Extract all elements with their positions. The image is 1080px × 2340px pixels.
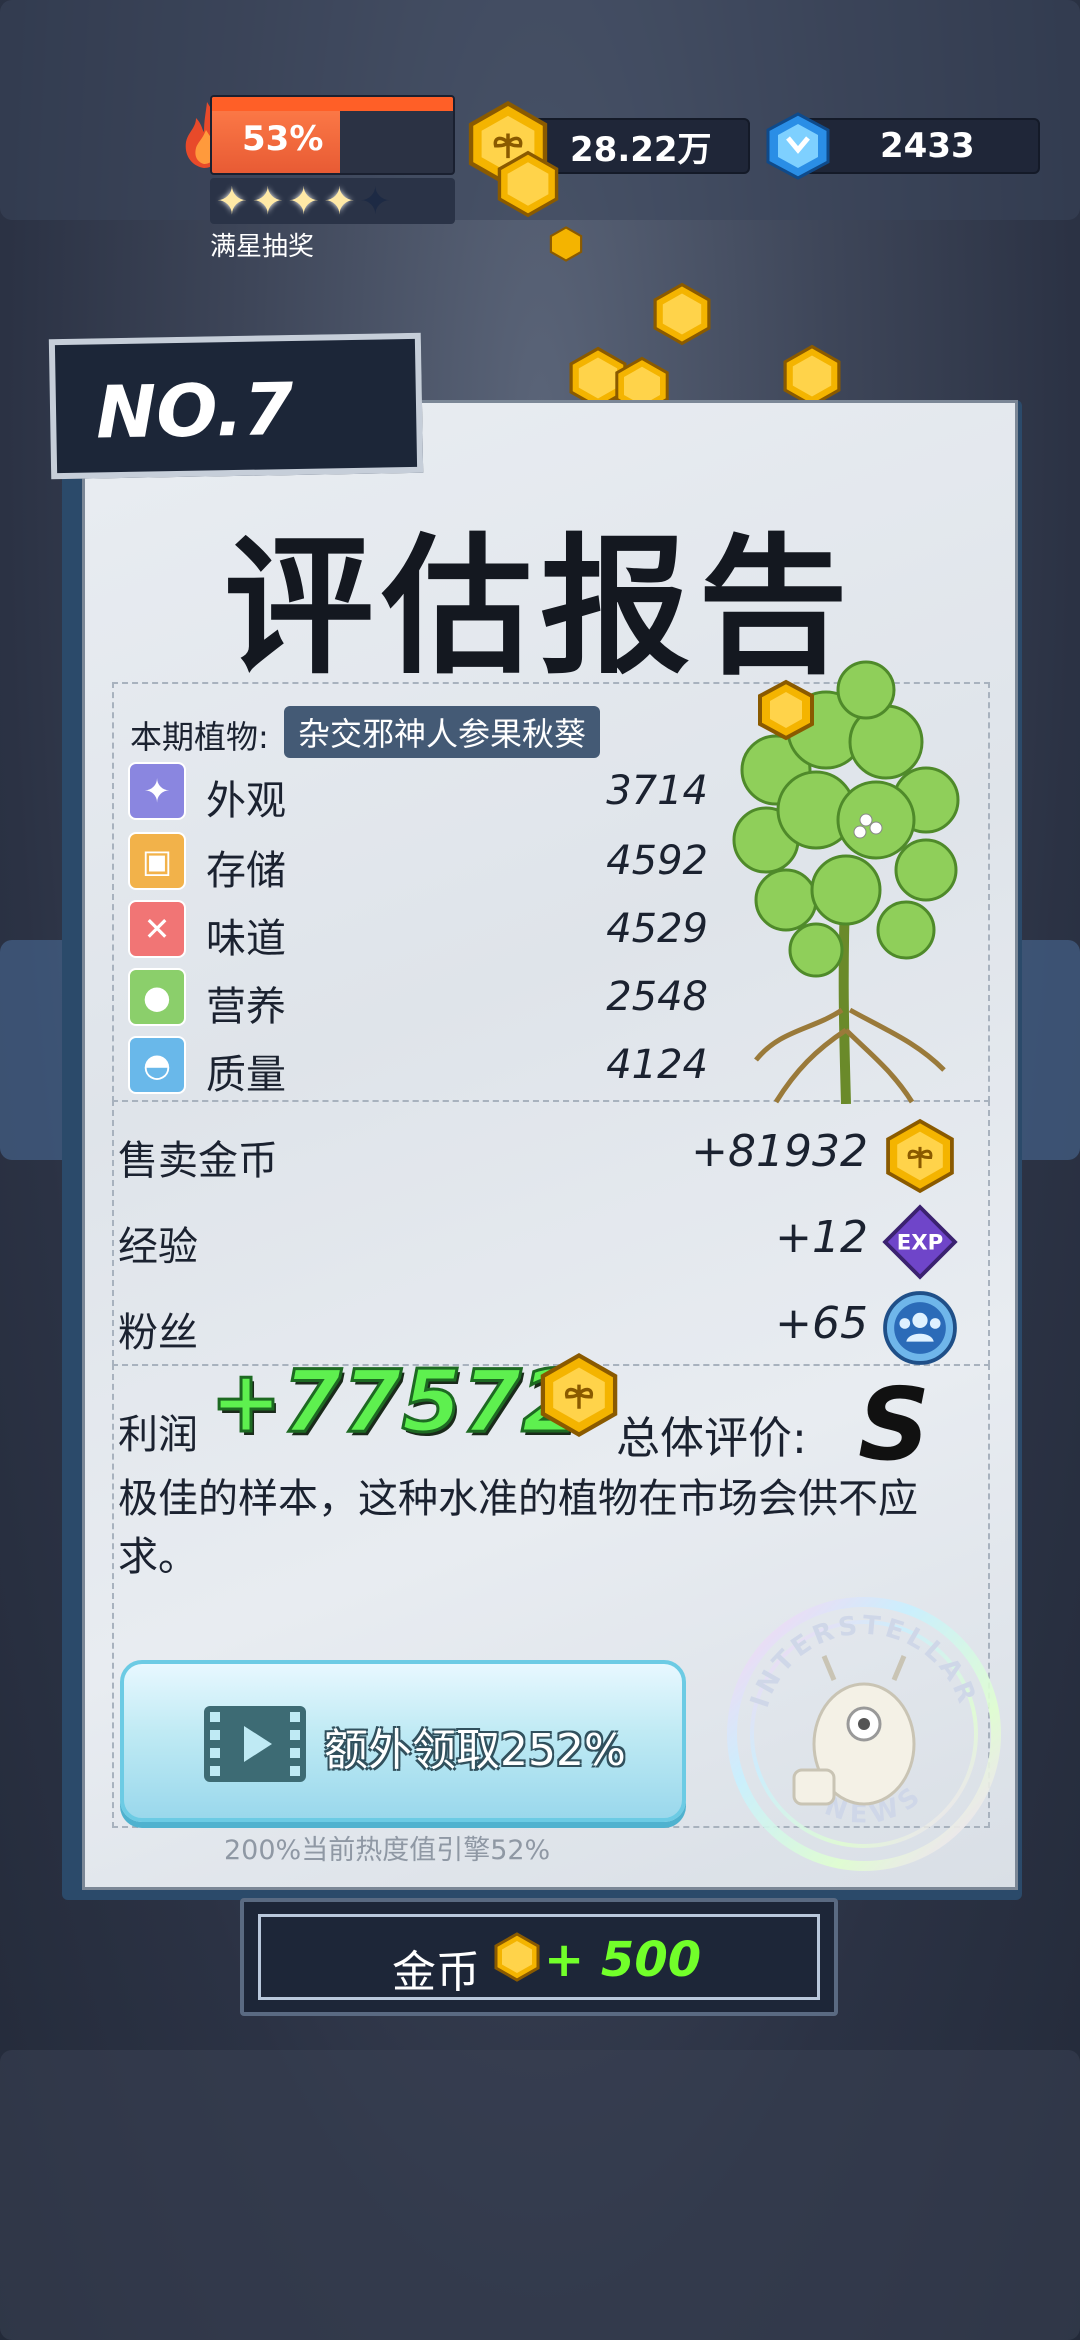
gem-count: 2433 xyxy=(880,126,975,166)
plant-name: 杂交邪神人参果秋葵 xyxy=(284,706,601,758)
reward-row: 售卖金币 +81932 xyxy=(118,1118,958,1194)
watch-ad-bonus-button[interactable]: 额外领取252% xyxy=(120,1660,686,1822)
star-icon: ✦ xyxy=(251,179,284,223)
film-icon xyxy=(204,1706,306,1782)
interstellar-news-stamp: INTERSTELLAR NEWS xyxy=(727,1597,1001,1871)
coin-count: 28.22万 xyxy=(570,129,712,170)
attribute-label: 质量 xyxy=(206,1052,286,1098)
reward-value: +81932 xyxy=(691,1126,868,1177)
report-number: NO.7 xyxy=(95,367,295,455)
profit-value: +77572 xyxy=(208,1351,582,1454)
plant-illustration xyxy=(732,660,960,1104)
reward-row: 经验 +12 EXP xyxy=(118,1204,958,1280)
flying-coin-icon xyxy=(549,226,583,262)
apple-icon: ● xyxy=(128,968,186,1026)
grade-label: 总体评价: xyxy=(616,1413,807,1464)
star-icon: ✦ xyxy=(216,179,248,223)
report-number-tab: NO.7 xyxy=(48,332,424,480)
attribute-label: 味道 xyxy=(206,916,286,962)
plant-label: 本期植物: xyxy=(130,718,269,756)
attribute-row: ✦ 外观 3714 xyxy=(128,762,708,824)
reward-row: 粉丝 +65 xyxy=(118,1290,958,1365)
grade-value: S xyxy=(858,1366,931,1483)
star-icon: ✦ xyxy=(359,179,392,223)
gold-amount: + 500 xyxy=(544,1932,702,1988)
attribute-row: ✕ 味道 4529 xyxy=(128,900,708,962)
flying-coin-icon xyxy=(497,150,559,218)
heat-bar: 53% xyxy=(210,95,455,175)
profit-label: 利润 xyxy=(118,1412,198,1458)
gold-reward-bar[interactable]: 金币 + 500 xyxy=(240,1898,838,2016)
attribute-row: ▣ 存储 4592 xyxy=(128,832,708,894)
heat-bar-stripe xyxy=(212,97,453,111)
fans-icon xyxy=(883,1291,957,1365)
profit-coin-icon xyxy=(540,1352,618,1438)
report-comment: 极佳的样本，这种水准的植物在市场会供不应求。 xyxy=(118,1476,918,1580)
flying-coin-icon xyxy=(653,282,711,346)
gem-icon xyxy=(766,112,830,180)
muscle-icon: ◓ xyxy=(128,1036,186,1094)
watch-ad-bonus-label: 额外领取252% xyxy=(324,1725,626,1776)
full-star-lottery-label[interactable]: 满星抽奖 xyxy=(210,226,314,263)
gold-label: 金币 xyxy=(392,1947,480,1998)
reward-label: 粉丝 xyxy=(118,1310,198,1356)
attribute-value: 2548 xyxy=(606,974,708,1020)
sparkle-icon: ✦ xyxy=(128,762,186,820)
heat-percent: 53% xyxy=(242,119,324,159)
exp-icon: EXP xyxy=(882,1204,958,1280)
utensils-icon: ✕ xyxy=(128,900,186,958)
attribute-value: 3714 xyxy=(606,768,708,814)
attribute-value: 4124 xyxy=(606,1042,708,1088)
game-screen: 53% ✦ ✦ ✦ ✦ ✦ 满星抽奖 28.22万 2433 NO.7 评估报告 本期植… xyxy=(0,0,1080,2340)
star-icon: ✦ xyxy=(323,179,356,223)
reward-value: +12 xyxy=(775,1212,868,1263)
reward-value: +65 xyxy=(775,1298,868,1349)
attribute-value: 4529 xyxy=(606,906,708,952)
box-icon: ▣ xyxy=(128,832,186,890)
svg-text:EXP: EXP xyxy=(897,1231,944,1256)
ad-bonus-note: 200%当前热度值引擎52% xyxy=(224,1835,551,1866)
gold-coin-icon xyxy=(494,1932,540,1982)
attribute-value: 4592 xyxy=(606,838,708,884)
flying-coin-icon xyxy=(783,344,841,408)
background-shape xyxy=(0,2050,1080,2340)
attribute-label: 存储 xyxy=(206,848,286,894)
attribute-row: ◓ 质量 4124 xyxy=(128,1036,708,1098)
attribute-label: 营养 xyxy=(206,984,286,1030)
star-icon: ✦ xyxy=(287,179,320,223)
reward-label: 售卖金币 xyxy=(118,1138,278,1184)
reward-label: 经验 xyxy=(118,1224,198,1270)
attribute-label: 外观 xyxy=(206,778,286,824)
attribute-row: ● 营养 2548 xyxy=(128,968,708,1030)
coin-icon xyxy=(886,1118,954,1194)
star-rating[interactable]: ✦ ✦ ✦ ✦ ✦ xyxy=(210,178,455,224)
